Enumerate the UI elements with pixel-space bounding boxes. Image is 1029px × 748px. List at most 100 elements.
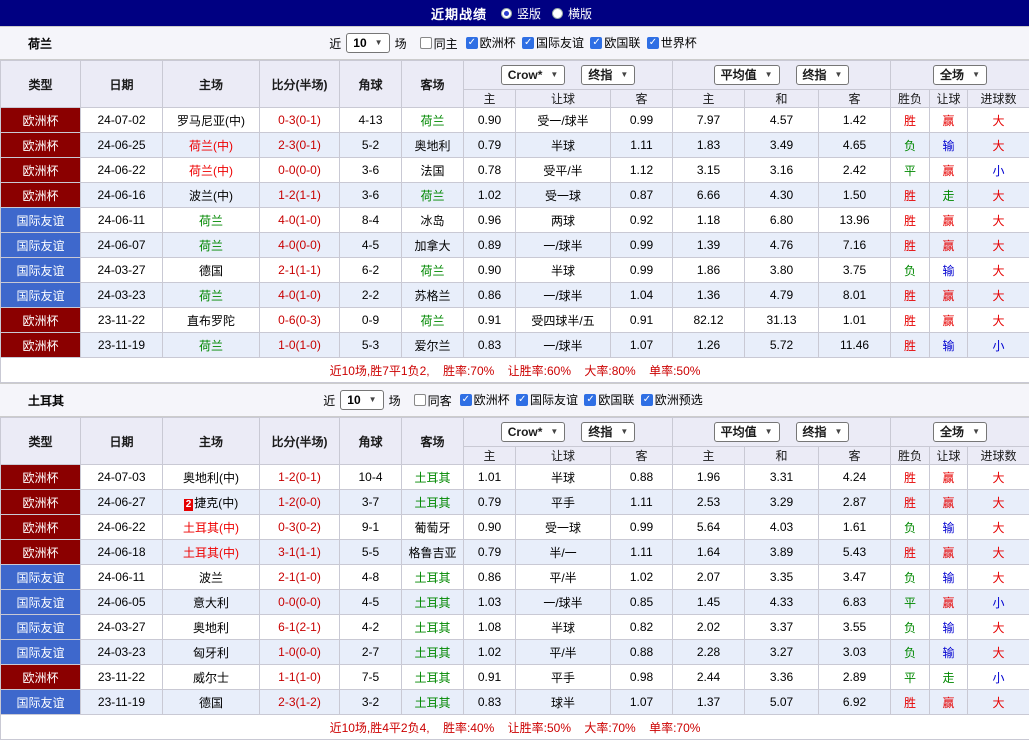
subcol-handicap: 让球 — [515, 446, 611, 465]
away-team-name: 爱尔兰 — [414, 338, 451, 353]
average-select[interactable]: 平均值 ▼ — [713, 422, 780, 442]
match-type: 欧洲杯 — [0, 107, 81, 133]
match-date: 23-11-22 — [80, 664, 163, 690]
final-odds-select[interactable]: 终指 ▼ — [581, 65, 636, 85]
match-date: 24-06-05 — [80, 589, 163, 615]
near-label: 近 — [323, 393, 336, 408]
avg-draw-odds: 6.80 — [744, 207, 820, 233]
result-handicap: 赢 — [929, 539, 969, 565]
same-venue-checkbox[interactable] — [413, 394, 426, 406]
result-wdl: 胜 — [890, 539, 931, 565]
match-type: 国际友谊 — [0, 614, 81, 640]
result-handicap: 输 — [929, 614, 969, 640]
away-team-name: 土耳其 — [414, 670, 451, 685]
league-checkbox[interactable] — [646, 36, 659, 49]
avg-away-odds: 1.42 — [818, 107, 892, 133]
away-team: 土耳其 — [401, 664, 464, 690]
avg-draw-odds: 4.33 — [744, 589, 820, 615]
league-filter: 国际友谊 — [515, 391, 578, 408]
result-wdl: 负 — [890, 132, 931, 158]
league-checkbox[interactable] — [459, 393, 472, 406]
result-handicap: 赢 — [929, 282, 969, 308]
final-odds-select-2[interactable]: 终指 ▼ — [795, 65, 850, 85]
away-team-name: 法国 — [420, 163, 445, 178]
league-checkbox[interactable] — [584, 393, 597, 406]
handicap-line: 半/一 — [515, 539, 611, 565]
handicap-line: 受四球半/五 — [515, 307, 611, 333]
league-checkbox[interactable] — [515, 393, 528, 406]
result-overunder: 小 — [967, 589, 1029, 615]
corner-score: 5-2 — [339, 132, 402, 158]
result-handicap: 赢 — [929, 107, 969, 133]
summary-single-rate: 单率:50% — [649, 363, 701, 378]
match-date: 24-06-11 — [80, 564, 163, 590]
result-overunder: 大 — [967, 514, 1029, 540]
scope-select[interactable]: 全场 ▼ — [933, 65, 987, 85]
avg-draw-odds: 4.79 — [744, 282, 820, 308]
horizontal-layout-radio[interactable] — [552, 7, 563, 19]
match-score: 1-1(1-0) — [259, 664, 340, 690]
final-odds-select[interactable]: 终指 ▼ — [581, 422, 636, 442]
match-row: 国际友谊 24-03-23 荷兰 4-0(1-0) 2-2 苏格兰 0.86 一… — [0, 282, 1029, 308]
bookmaker-select[interactable]: Crow* ▼ — [500, 65, 566, 85]
home-team-name: 荷兰 — [198, 213, 223, 228]
match-score: 2-3(0-1) — [259, 132, 340, 158]
vertical-layout-radio[interactable] — [500, 7, 512, 19]
handicap-home-odds: 0.83 — [463, 332, 516, 358]
match-date: 24-06-22 — [80, 514, 163, 540]
handicap-home-odds: 0.90 — [463, 257, 516, 283]
corner-score: 9-1 — [339, 514, 402, 540]
avg-away-odds: 1.61 — [818, 514, 892, 540]
home-team-name: 意大利 — [192, 595, 229, 610]
match-score: 1-2(0-1) — [259, 464, 340, 490]
home-team-name: 奥地利 — [192, 620, 229, 635]
league-checkbox-label: 欧国联 — [598, 393, 635, 408]
league-checkbox[interactable] — [521, 36, 534, 49]
result-handicap: 赢 — [929, 307, 969, 333]
match-count-select[interactable]: 10 ▼ — [340, 390, 384, 410]
result-wdl: 平 — [890, 664, 931, 690]
home-team: 土耳其(中) — [162, 514, 260, 540]
league-checkbox[interactable] — [640, 393, 653, 406]
home-team: 荷兰 — [162, 332, 260, 358]
corner-score: 4-5 — [339, 589, 402, 615]
match-score: 0-6(0-3) — [259, 307, 340, 333]
result-handicap: 赢 — [929, 157, 969, 183]
result-handicap: 赢 — [929, 232, 969, 258]
away-team: 土耳其 — [401, 689, 464, 715]
scope-select[interactable]: 全场 ▼ — [933, 422, 987, 442]
result-wdl: 胜 — [890, 332, 931, 358]
team-name: 荷兰 — [28, 36, 53, 51]
same-venue-label: 同客 — [427, 393, 452, 408]
subcol-wdl: 胜负 — [890, 446, 931, 465]
league-filter: 欧洲杯 — [459, 391, 510, 408]
handicap-home-odds: 0.89 — [463, 232, 516, 258]
same-venue-checkbox[interactable] — [419, 37, 432, 49]
league-checkbox[interactable] — [590, 36, 603, 49]
avg-home-odds: 7.97 — [672, 107, 746, 133]
avg-away-odds: 11.46 — [818, 332, 892, 358]
result-handicap: 输 — [929, 564, 969, 590]
home-team-name: 荷兰(中) — [189, 163, 233, 178]
match-count-select[interactable]: 10 ▼ — [346, 33, 390, 53]
away-team: 奥地利 — [401, 132, 464, 158]
handicap-away-odds: 0.99 — [609, 107, 674, 133]
handicap-odds-header: Crow* ▼ 终指 ▼ — [462, 417, 674, 447]
avg-home-odds: 1.37 — [672, 689, 746, 715]
away-team-name: 冰岛 — [420, 213, 445, 228]
result-wdl: 负 — [890, 614, 931, 640]
average-select[interactable]: 平均值 ▼ — [713, 65, 780, 85]
bookmaker-select[interactable]: Crow* ▼ — [500, 422, 566, 442]
result-wdl: 负 — [890, 639, 931, 665]
same-venue-filter: 同客 — [413, 392, 452, 409]
avg-draw-odds: 31.13 — [744, 307, 820, 333]
match-date: 24-06-18 — [80, 539, 163, 565]
result-wdl: 胜 — [890, 182, 931, 208]
matches-table: 类型 日期 主场 比分(半场) 角球 客场 Crow* ▼ 终指 ▼ 平均值 ▼ 终指… — [0, 60, 1029, 383]
league-checkbox[interactable] — [465, 36, 478, 49]
team-name: 土耳其 — [28, 393, 65, 408]
handicap-home-odds: 1.01 — [463, 464, 516, 490]
summary-single-rate: 单率:70% — [649, 720, 701, 735]
handicap-away-odds: 0.99 — [609, 257, 674, 283]
final-odds-select-2[interactable]: 终指 ▼ — [795, 422, 850, 442]
